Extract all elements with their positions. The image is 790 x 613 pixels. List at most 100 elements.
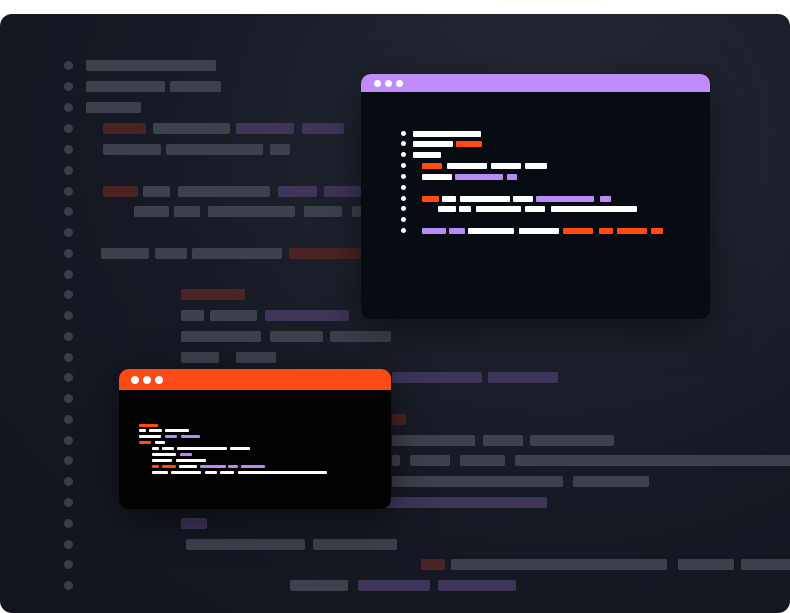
code-token	[228, 465, 238, 468]
code-token	[438, 206, 456, 212]
code-token	[230, 447, 250, 450]
code-token	[176, 459, 206, 462]
skeleton-code-token	[290, 580, 348, 591]
code-token	[476, 206, 521, 212]
code-token	[456, 141, 482, 147]
skeleton-code-token	[392, 476, 563, 487]
skeleton-code-token	[438, 580, 516, 591]
skeleton-code-token	[181, 331, 261, 342]
line-bullet-icon	[64, 290, 73, 299]
skeleton-code-token	[208, 206, 295, 217]
skeleton-code-token	[421, 559, 445, 570]
code-line	[361, 131, 710, 137]
line-bullet-icon	[401, 196, 406, 201]
code-token	[422, 163, 442, 169]
skeleton-code-token	[392, 414, 406, 425]
line-bullet-icon	[401, 228, 406, 233]
skeleton-code-token	[210, 310, 257, 321]
skeleton-code-token	[101, 248, 149, 259]
skeleton-code-token	[174, 206, 200, 217]
skeleton-code-token	[330, 331, 391, 342]
code-line	[119, 459, 391, 462]
skeleton-code-token	[103, 123, 146, 134]
skeleton-code-token	[392, 455, 400, 466]
skeleton-code-token	[86, 60, 216, 71]
skeleton-code-token	[153, 123, 230, 134]
skeleton-code-token	[573, 476, 649, 487]
line-bullet-icon	[64, 519, 73, 528]
skeleton-code-token	[170, 81, 221, 92]
code-token	[519, 228, 559, 234]
code-line	[119, 441, 391, 444]
code-line	[119, 435, 391, 438]
skeleton-code-token	[483, 435, 523, 446]
code-token	[149, 429, 162, 432]
code-token	[491, 163, 521, 169]
skeleton-code-token	[678, 559, 734, 570]
line-bullet-icon	[401, 152, 406, 157]
code-token	[200, 465, 226, 468]
code-token	[617, 228, 647, 234]
line-bullet-icon	[401, 185, 406, 190]
line-bullet-icon	[64, 477, 73, 486]
skeleton-code-token	[460, 455, 505, 466]
line-bullet-icon	[64, 187, 73, 196]
skeleton-code-row	[0, 580, 790, 591]
skeleton-code-token	[392, 372, 482, 383]
skeleton-code-token	[103, 144, 161, 155]
code-window-orange	[119, 369, 391, 509]
skeleton-code-token	[530, 435, 614, 446]
code-token	[139, 441, 151, 444]
line-bullet-icon	[64, 498, 73, 507]
code-token	[180, 453, 192, 456]
skeleton-code-row	[0, 518, 790, 529]
code-token	[447, 163, 487, 169]
code-token	[525, 206, 545, 212]
line-bullet-icon	[64, 61, 73, 70]
skeleton-code-token	[289, 248, 361, 259]
skeleton-code-token	[451, 559, 667, 570]
code-token	[181, 435, 200, 438]
line-bullet-icon	[64, 103, 73, 112]
skeleton-code-token	[186, 539, 305, 550]
code-line	[361, 141, 710, 147]
code-line	[361, 206, 710, 212]
code-line	[361, 217, 710, 223]
line-bullet-icon	[64, 311, 73, 320]
skeleton-code-token	[166, 144, 263, 155]
code-line	[361, 196, 710, 202]
line-bullet-icon	[401, 131, 406, 136]
line-bullet-icon	[64, 145, 73, 154]
skeleton-code-token	[515, 455, 790, 466]
code-token	[155, 441, 165, 444]
code-token	[152, 447, 159, 450]
line-bullet-icon	[64, 373, 73, 382]
code-block	[361, 74, 710, 319]
skeleton-code-token	[181, 352, 219, 363]
code-token	[238, 471, 327, 474]
skeleton-code-token	[410, 455, 450, 466]
line-bullet-icon	[64, 270, 73, 279]
line-bullet-icon	[401, 174, 406, 179]
code-line	[119, 429, 391, 432]
skeleton-code-token	[313, 539, 397, 550]
line-bullet-icon	[64, 436, 73, 445]
line-bullet-icon	[64, 560, 73, 569]
skeleton-code-token	[741, 559, 790, 570]
code-token	[220, 471, 234, 474]
code-line	[361, 152, 710, 158]
line-bullet-icon	[64, 456, 73, 465]
skeleton-code-row	[0, 331, 790, 342]
skeleton-code-token	[134, 206, 169, 217]
code-token	[165, 429, 189, 432]
skeleton-code-token	[278, 186, 317, 197]
code-line	[119, 471, 391, 474]
code-token	[139, 429, 146, 432]
line-bullet-icon	[64, 228, 73, 237]
code-line	[119, 465, 391, 468]
code-line	[361, 163, 710, 169]
skeleton-code-row	[0, 352, 790, 363]
code-token	[165, 435, 177, 438]
code-token	[599, 228, 613, 234]
code-token	[152, 453, 176, 456]
